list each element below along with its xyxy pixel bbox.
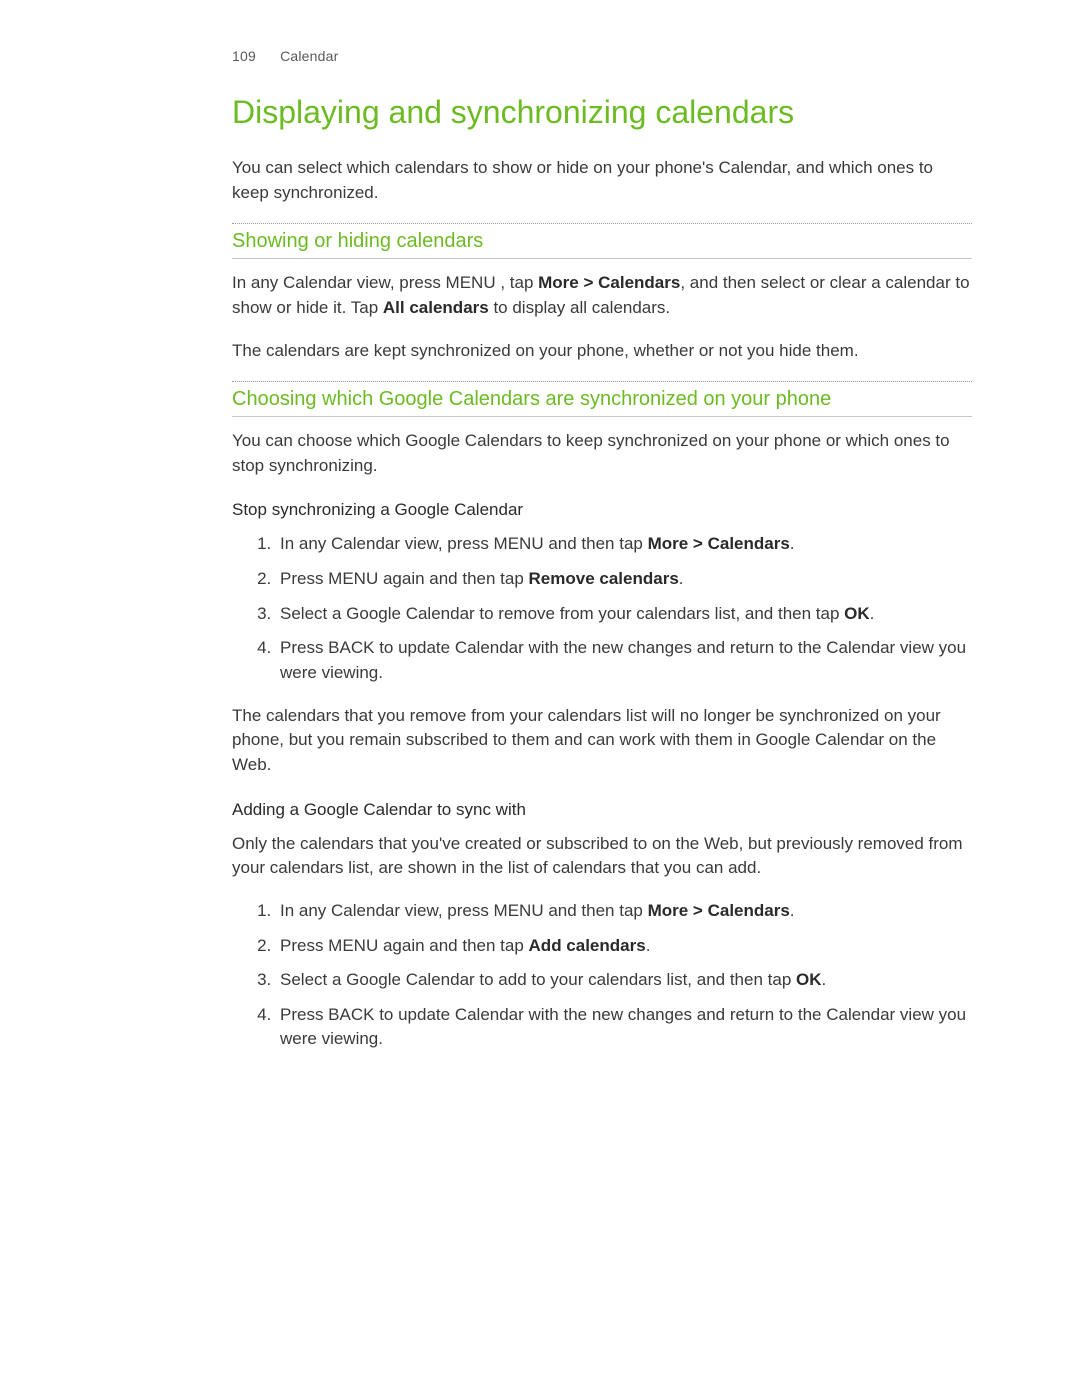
list-item: Press BACK to update Calendar with the n… [276, 636, 972, 685]
divider [232, 381, 972, 382]
document-page: 109 Calendar Displaying and synchronizin… [0, 0, 1080, 1397]
stop-sync-steps: In any Calendar view, press MENU and the… [232, 532, 972, 685]
list-item: In any Calendar view, press MENU and the… [276, 532, 972, 557]
choosing-intro: You can choose which Google Calendars to… [232, 429, 972, 478]
list-item: Press BACK to update Calendar with the n… [276, 1003, 972, 1052]
section-name: Calendar [280, 48, 338, 64]
intro-paragraph: You can select which calendars to show o… [232, 156, 972, 205]
subheading-showing: Showing or hiding calendars [232, 228, 972, 259]
running-header: 109 Calendar [232, 48, 972, 64]
divider [232, 223, 972, 224]
showing-para-2: The calendars are kept synchronized on y… [232, 339, 972, 364]
add-sync-steps: In any Calendar view, press MENU and the… [232, 899, 972, 1052]
subheading-choosing: Choosing which Google Calendars are sync… [232, 386, 972, 417]
page-number: 109 [232, 48, 256, 64]
add-sync-intro: Only the calendars that you've created o… [232, 832, 972, 881]
subheading-stop-sync: Stop synchronizing a Google Calendar [232, 500, 972, 520]
list-item: Press MENU again and then tap Add calend… [276, 934, 972, 959]
list-item: Press MENU again and then tap Remove cal… [276, 567, 972, 592]
list-item: Select a Google Calendar to remove from … [276, 602, 972, 627]
list-item: Select a Google Calendar to add to your … [276, 968, 972, 993]
page-title: Displaying and synchronizing calendars [232, 92, 972, 132]
list-item: In any Calendar view, press MENU and the… [276, 899, 972, 924]
stop-sync-note: The calendars that you remove from your … [232, 704, 972, 778]
showing-para-1: In any Calendar view, press MENU , tap M… [232, 271, 972, 320]
subheading-add-sync: Adding a Google Calendar to sync with [232, 800, 972, 820]
